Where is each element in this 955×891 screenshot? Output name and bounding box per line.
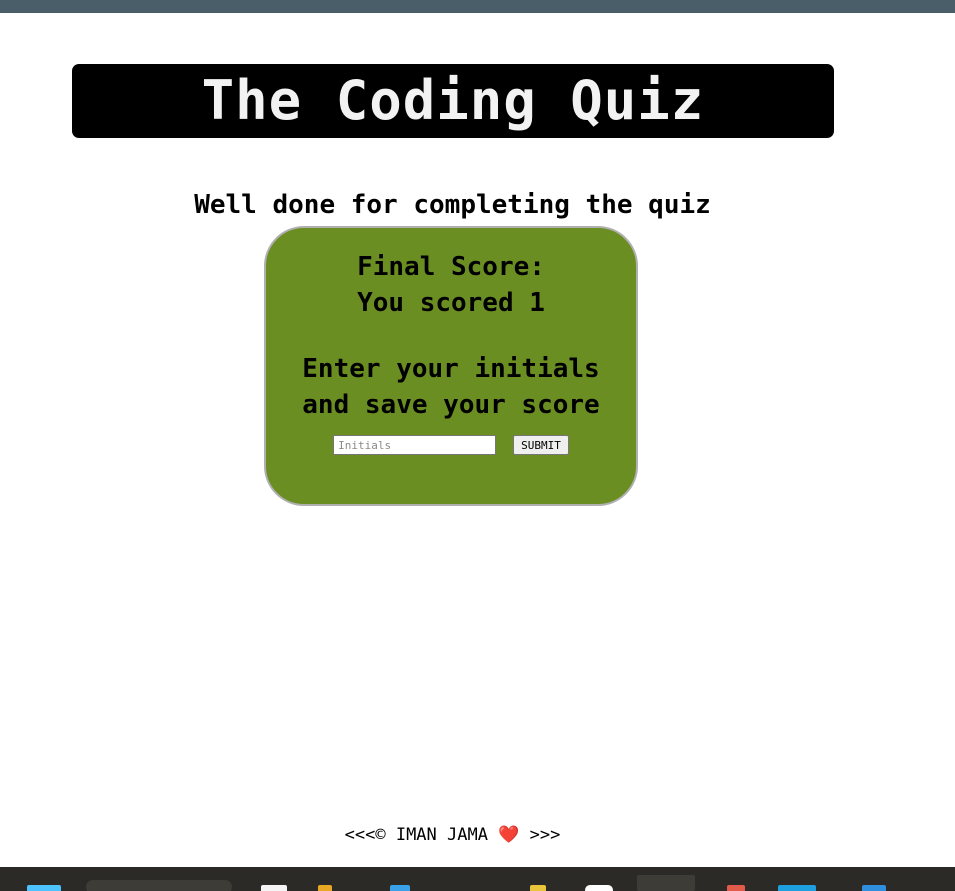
- app-icon-edge[interactable]: [862, 885, 886, 891]
- heart-icon: ❤️: [498, 825, 520, 845]
- file-icon[interactable]: [261, 885, 287, 891]
- folder-icon[interactable]: [318, 885, 332, 891]
- instruction-line-2: and save your score: [302, 390, 600, 420]
- browser-icon-active[interactable]: [637, 875, 695, 891]
- app-icon-white[interactable]: [585, 885, 613, 891]
- score-text: You scored 1: [357, 288, 545, 318]
- browser-top-bar: [0, 0, 955, 13]
- footer-credit: <<<© IMAN JAMA: [344, 825, 488, 845]
- header-banner: The Coding Quiz: [72, 64, 834, 138]
- instruction-line-1: Enter your initials: [302, 354, 600, 384]
- os-taskbar: [0, 867, 955, 891]
- instruction-section: Enter your initials and save your score: [266, 351, 636, 423]
- app-icon-blue[interactable]: [778, 885, 816, 891]
- initials-form: SUBMIT: [266, 435, 636, 455]
- store-icon[interactable]: [390, 885, 410, 891]
- score-section: Final Score: You scored 1: [266, 249, 636, 321]
- initials-input[interactable]: [333, 435, 497, 455]
- submit-button[interactable]: SUBMIT: [513, 435, 569, 455]
- page-title: The Coding Quiz: [201, 69, 705, 132]
- footer: <<<© IMAN JAMA ❤️ >>>: [0, 825, 905, 845]
- search-box[interactable]: [86, 880, 232, 891]
- footer-suffix: >>>: [529, 825, 561, 845]
- app-icon[interactable]: [530, 885, 546, 891]
- completion-message: Well done for completing the quiz: [194, 190, 711, 220]
- score-card: Final Score: You scored 1 Enter your ini…: [264, 226, 638, 506]
- start-icon[interactable]: [27, 885, 61, 891]
- final-score-label: Final Score:: [357, 252, 545, 282]
- app-icon-red[interactable]: [727, 885, 745, 891]
